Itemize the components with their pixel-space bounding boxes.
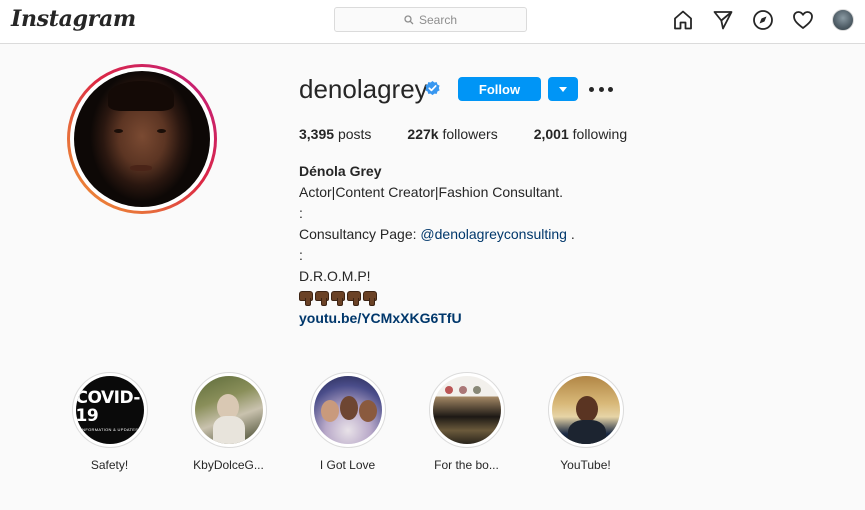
highlight-i-got-love[interactable]: I Got Love	[288, 372, 407, 472]
nav-avatar	[832, 9, 854, 31]
highlight-cover	[194, 376, 263, 444]
highlight-label: Safety!	[90, 458, 129, 472]
highlight-safety[interactable]: COVID-19 INFORMATION & UPDATES Safety!	[50, 372, 169, 472]
profile-full-name: Dénola Grey	[299, 163, 382, 179]
instagram-logo[interactable]: Instagram	[11, 6, 136, 32]
pointing-down-hand-icon	[315, 290, 329, 306]
highlight-cover	[432, 376, 501, 444]
dot-icon	[589, 86, 594, 92]
bio-line: :	[299, 205, 303, 221]
pointing-down-hand-icon	[347, 290, 361, 306]
highlight-label: For the bo...	[434, 458, 499, 472]
pointing-down-hand-icon	[299, 290, 313, 306]
top-navigation-bar: Instagram Search	[0, 0, 865, 44]
verified-badge-icon	[425, 80, 440, 96]
bio-line: Consultancy Page: @denolagreyconsulting …	[299, 226, 575, 242]
profile-bio: Dénola Grey Actor|Content Creator|Fashio…	[299, 161, 719, 329]
highlight-label: YouTube!	[560, 458, 611, 472]
profile-avatar-button[interactable]	[831, 8, 855, 32]
activity-heart-icon[interactable]	[791, 8, 815, 32]
bio-mention-link[interactable]: @denolagreyconsulting	[420, 226, 567, 242]
nav-icons-group	[671, 8, 855, 32]
search-icon	[404, 14, 414, 24]
following-link[interactable]: 2,001 following	[534, 126, 627, 142]
suggested-accounts-dropdown-button[interactable]	[548, 77, 578, 101]
highlight-kbydolceg[interactable]: KbyDolceG...	[169, 372, 288, 472]
home-icon[interactable]	[671, 8, 695, 32]
story-highlights: COVID-19 INFORMATION & UPDATES Safety! K…	[50, 372, 645, 472]
profile-avatar	[74, 71, 210, 207]
highlight-cover: COVID-19 INFORMATION & UPDATES	[75, 376, 144, 444]
pointing-down-hand-icon	[331, 290, 345, 306]
highlight-for-the-bo[interactable]: For the bo...	[407, 372, 526, 472]
profile-stats: 3,395 posts 227k followers 2,001 followi…	[299, 126, 663, 142]
bio-line: :	[299, 247, 303, 263]
highlight-cover	[313, 376, 382, 444]
follow-button[interactable]: Follow	[458, 77, 541, 101]
bio-line: Actor|Content Creator|Fashion Consultant…	[299, 184, 564, 200]
more-options-button[interactable]	[589, 80, 613, 98]
pointing-down-emoji-row	[299, 287, 719, 308]
search-placeholder: Search	[418, 12, 458, 27]
followers-link[interactable]: 227k followers	[407, 126, 497, 142]
profile-avatar-story-ring[interactable]	[67, 64, 217, 214]
highlight-label: I Got Love	[319, 458, 376, 472]
search-input[interactable]: Search	[334, 7, 527, 32]
explore-compass-icon[interactable]	[751, 8, 775, 32]
caret-down-icon	[559, 86, 567, 92]
posts-count: 3,395 posts	[299, 126, 372, 142]
direct-messages-icon[interactable]	[711, 8, 735, 32]
dot-icon	[598, 86, 604, 92]
highlight-label: KbyDolceG...	[193, 458, 264, 472]
profile-username: denolagrey	[299, 74, 428, 104]
highlight-youtube[interactable]: YouTube!	[526, 372, 645, 472]
dot-icon	[608, 86, 613, 92]
bio-external-link[interactable]: youtu.be/YCMxXKG6TfU	[299, 308, 719, 329]
highlight-cover	[551, 376, 620, 444]
bio-line: D.R.O.M.P!	[299, 268, 371, 284]
pointing-down-hand-icon	[363, 290, 377, 306]
